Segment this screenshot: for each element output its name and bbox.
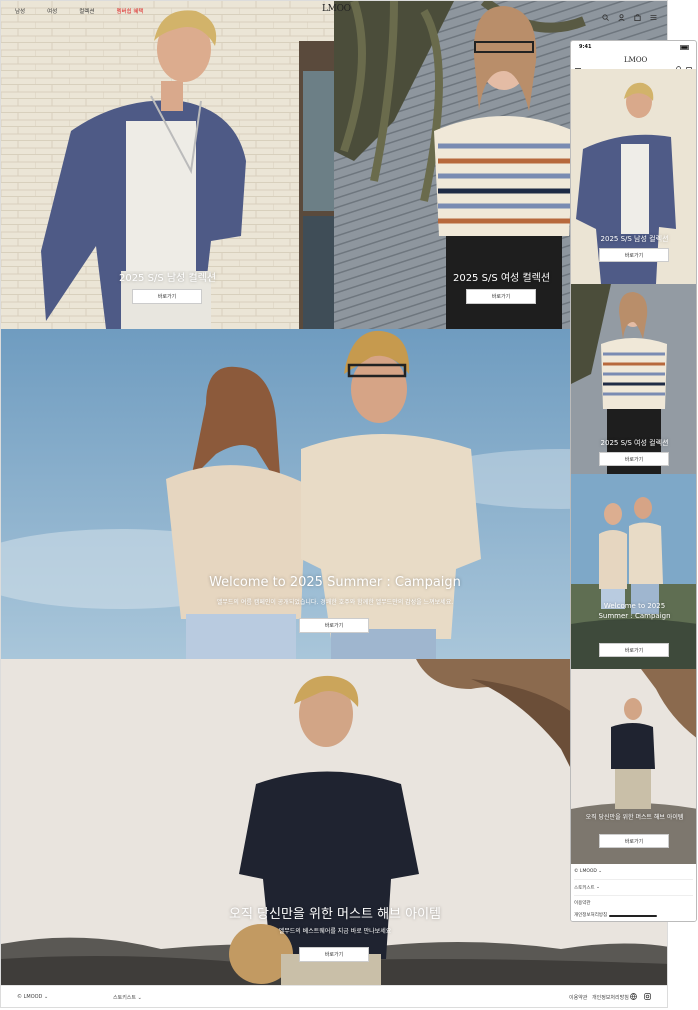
mobile-footer-brand: © LMOOD <box>574 869 597 874</box>
campaign-image <box>1 329 667 659</box>
desktop-page: 2025 S/S 남성 컬렉션 바로가기 2025 S/S 여성 컬렉션 바로가… <box>0 0 668 1008</box>
footer-brand-select[interactable]: © LMOOD ⌄ <box>17 994 48 1000</box>
hero-men-title: 2025 S/S 남성 컬렉션 <box>118 273 217 284</box>
must-have-image <box>1 659 667 987</box>
mobile-must-have-title: 오직 당신만을 위한 머스트 해브 아이템 <box>585 814 684 821</box>
mobile-footer-privacy: 개인정보처리방침 <box>574 913 608 918</box>
footer: © LMOOD ⌄ 스토키스트 ⌄ 이용약관 개인정보처리방침 <box>1 985 667 1007</box>
hero-women-button[interactable]: 바로가기 <box>466 289 536 304</box>
mobile-time: 9:41 <box>579 44 592 50</box>
must-have-panel[interactable]: 오직 당신만을 위한 머스트 해브 아이템 엘무드의 베스트웨어를 지금 바로 … <box>1 659 667 987</box>
mobile-logo[interactable]: LMOO <box>624 56 647 64</box>
mobile-footer-family-site-select[interactable]: 스토키스트 ⌄ <box>574 880 693 896</box>
mobile-footer: © LMOOD ⌄ 스토키스트 ⌄ 이용약관 개인정보처리방침 <box>571 864 696 921</box>
nav-link-women[interactable]: 여성 <box>47 7 57 15</box>
footer-terms-link[interactable]: 이용약관 <box>569 994 587 1001</box>
mobile-hero-women-button[interactable]: 바로가기 <box>599 452 669 466</box>
must-have-subtitle: 엘무드의 베스트웨어를 지금 바로 만나보세요 <box>278 928 392 935</box>
footer-family-site-select[interactable]: 스토키스트 ⌄ <box>113 994 142 1001</box>
mobile-hero-women-panel[interactable]: 2025 S/S 여성 컬렉션 바로가기 <box>571 284 696 474</box>
hero-men-panel[interactable]: 2025 S/S 남성 컬렉션 바로가기 <box>1 1 334 329</box>
mobile-header: LMOO <box>571 53 696 73</box>
mobile-footer-terms-link[interactable]: 이용약관 <box>574 898 693 908</box>
mobile-campaign-button[interactable]: 바로가기 <box>599 643 669 657</box>
user-icon[interactable] <box>618 6 625 22</box>
mobile-campaign-title-line1: Welcome to 2025 <box>603 602 666 610</box>
campaign-title: Welcome to 2025 Summer : Campaign <box>209 575 461 590</box>
must-have-title: 오직 당신만을 위한 머스트 해브 아이템 <box>228 907 442 922</box>
mobile-status-bar: 9:41 <box>571 41 696 53</box>
campaign-panel[interactable]: Welcome to 2025 Summer : Campaign 엘무드의 여… <box>1 329 667 659</box>
instagram-icon[interactable] <box>644 993 651 1002</box>
mobile-must-have-button[interactable]: 바로가기 <box>599 834 669 848</box>
footer-brand: © LMOOD <box>17 994 43 1000</box>
bag-icon[interactable] <box>634 6 641 21</box>
mobile-hero-women-title: 2025 S/S 여성 컬렉션 <box>600 439 669 447</box>
menu-icon[interactable] <box>650 6 657 20</box>
mobile-preview: 9:41 LMOO 2025 S/S 남성 컬렉션 바로가기 2025 S/S … <box>570 40 697 922</box>
nav-link-membership[interactable]: 멤버쉽 혜택 <box>116 7 143 15</box>
nav-link-collection[interactable]: 컬렉션 <box>79 7 94 15</box>
mobile-footer-family-site: 스토키스트 <box>574 885 595 891</box>
mobile-hero-men-title: 2025 S/S 남성 컬렉션 <box>600 235 669 243</box>
mobile-campaign-image <box>571 474 696 669</box>
battery-icon <box>680 45 690 52</box>
mobile-must-have-panel[interactable]: 오직 당신만을 위한 머스트 해브 아이템 바로가기 <box>571 669 696 864</box>
screenshot-canvas: 2025 S/S 남성 컬렉션 바로가기 2025 S/S 여성 컬렉션 바로가… <box>0 0 698 1010</box>
mobile-hero-men-panel[interactable]: 2025 S/S 남성 컬렉션 바로가기 <box>571 69 696 284</box>
globe-icon[interactable] <box>630 993 637 1002</box>
mobile-footer-brand-select[interactable]: © LMOOD ⌄ <box>574 864 693 880</box>
must-have-button[interactable]: 바로가기 <box>299 947 369 962</box>
footer-privacy-link[interactable]: 개인정보처리방침 <box>592 994 629 1001</box>
brand-logo[interactable]: LMOO <box>322 4 351 14</box>
mobile-campaign-panel[interactable]: Welcome to 2025 Summer : Campaign 바로가기 <box>571 474 696 669</box>
top-nav: 남성 여성 컬렉션 멤버쉽 혜택 LMOO <box>1 1 667 22</box>
home-indicator <box>609 915 657 917</box>
footer-family-site: 스토키스트 <box>113 995 137 1001</box>
nav-links: 남성 여성 컬렉션 멤버쉽 혜택 <box>15 7 166 15</box>
campaign-button[interactable]: 바로가기 <box>299 618 369 633</box>
mobile-hero-men-button[interactable]: 바로가기 <box>599 248 669 262</box>
search-icon[interactable] <box>602 6 609 21</box>
campaign-subtitle: 엘무드의 여름 캠페인이 공개되었습니다. 경쾌한 호주와 함께한 엘무드만의 … <box>216 599 454 606</box>
nav-link-men[interactable]: 남성 <box>15 7 25 15</box>
nav-icons <box>602 6 657 22</box>
mobile-footer-terms: 이용약관 <box>574 901 591 906</box>
hero-men-button[interactable]: 바로가기 <box>132 289 202 304</box>
mobile-campaign-title-line2: Summer : Campaign <box>598 612 671 620</box>
